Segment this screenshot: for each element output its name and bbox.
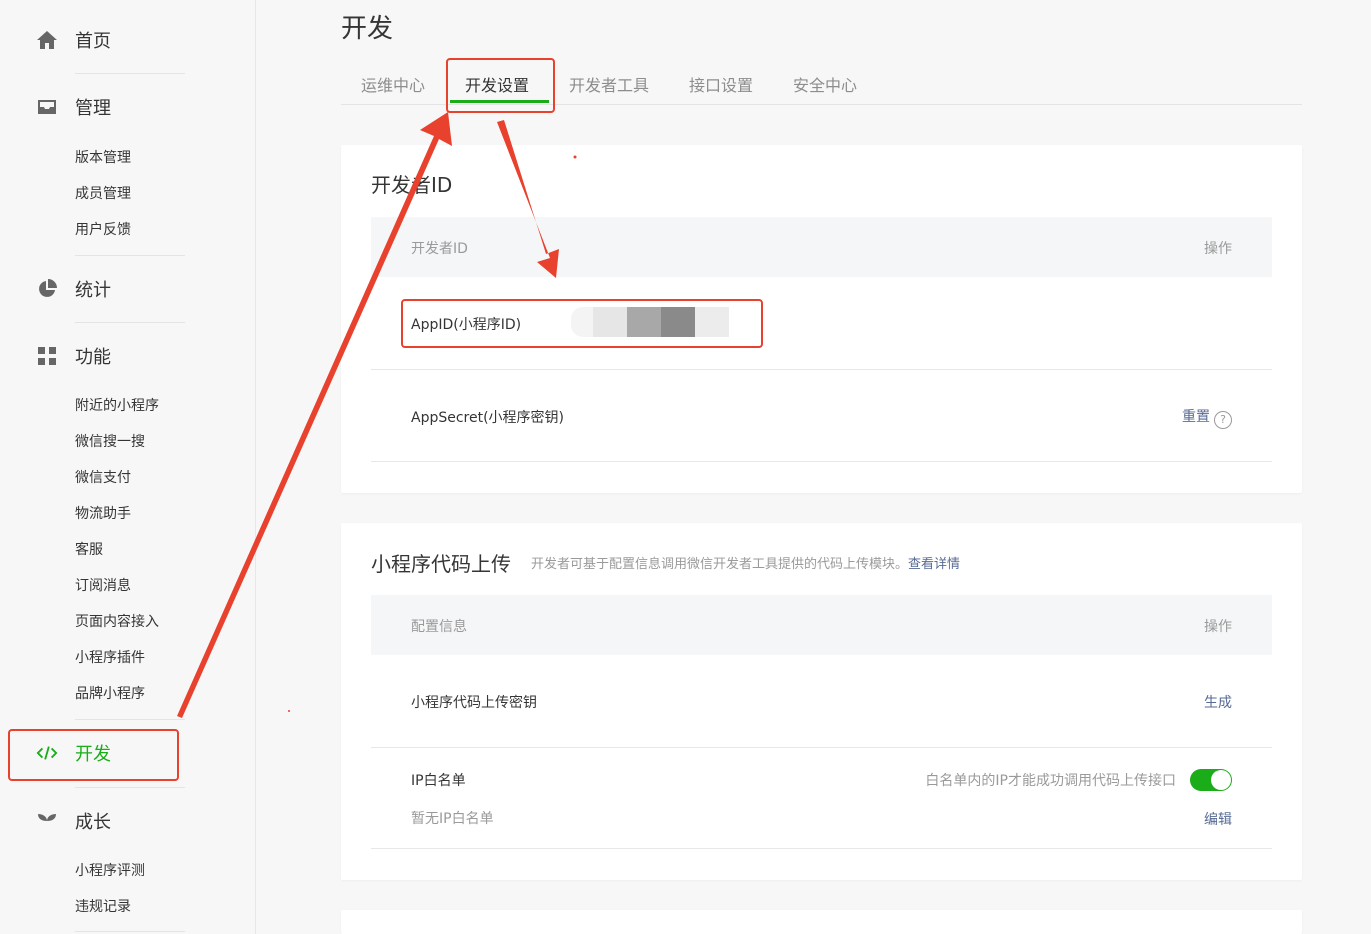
tab-dev-tools[interactable]: 开发者工具 [569, 72, 649, 96]
help-icon[interactable]: ? [1214, 410, 1232, 429]
sidebar-subitem-service[interactable]: 客服 [75, 540, 103, 560]
divider [75, 719, 185, 720]
reset-link-label: 重置 [1182, 409, 1210, 425]
tab-api-settings[interactable]: 接口设置 [689, 72, 753, 96]
sidebar-item-features[interactable]: 功能 [36, 341, 111, 371]
sidebar-item-label: 首页 [75, 31, 111, 52]
sprout-icon [36, 810, 58, 832]
annotation-dot [288, 710, 290, 712]
row-divider [371, 461, 1272, 462]
sidebar-subitem-feedback[interactable]: 用户反馈 [75, 220, 131, 240]
inbox-icon [36, 96, 58, 118]
upload-key-label: 小程序代码上传密钥 [411, 695, 537, 711]
table-header: 开发者ID 操作 [371, 217, 1272, 277]
sidebar-subitem-search[interactable]: 微信搜一搜 [75, 432, 145, 452]
ip-whitelist-label: IP白名单 [411, 773, 466, 789]
tab-ops-center[interactable]: 运维中心 [361, 72, 425, 96]
ip-whitelist-hint: 白名单内的IP才能成功调用代码上传接口 [925, 773, 1176, 789]
description-text: 开发者可基于配置信息调用微信开发者工具提供的代码上传模块。 [531, 557, 909, 572]
sidebar-item-label: 功能 [75, 347, 111, 368]
divider [75, 931, 185, 932]
generate-key-link[interactable]: 生成 [1204, 692, 1232, 712]
sidebar-subitem-nearby[interactable]: 附近的小程序 [75, 396, 159, 416]
appsecret-label: AppSecret(小程序密钥) [411, 410, 565, 426]
pie-chart-icon [36, 278, 58, 300]
sidebar-subitem-page-content[interactable]: 页面内容接入 [75, 612, 159, 632]
sidebar-subitem-pay[interactable]: 微信支付 [75, 468, 131, 488]
sidebar-item-manage[interactable]: 管理 [36, 92, 111, 122]
table-header: 配置信息 操作 [371, 595, 1272, 655]
sidebar-item-stats[interactable]: 统计 [36, 274, 111, 304]
reset-secret-link[interactable]: 重置? [1182, 406, 1232, 429]
divider [75, 255, 185, 256]
card-title: 小程序代码上传 [371, 552, 511, 576]
sidebar-subitem-violations[interactable]: 违规记录 [75, 897, 131, 917]
row-divider [371, 747, 1272, 748]
page-title: 开发 [341, 14, 394, 44]
view-details-link[interactable]: 查看详情 [908, 557, 960, 572]
sidebar-item-label: 统计 [75, 280, 111, 301]
sidebar-item-growth[interactable]: 成长 [36, 806, 111, 836]
edit-ip-whitelist-link[interactable]: 编辑 [1204, 809, 1232, 829]
sidebar-item-label: 成长 [75, 812, 111, 833]
annotation-box-develop [8, 729, 179, 781]
column-header-name: 开发者ID [411, 241, 468, 257]
row-divider [371, 848, 1272, 849]
card-title: 开发者ID [371, 173, 453, 197]
divider [75, 322, 185, 323]
sidebar: 首页 管理 版本管理 成员管理 用户反馈 统计 功能 附近的小程序 微信搜一搜 … [0, 0, 256, 934]
sidebar-subitem-brand[interactable]: 品牌小程序 [75, 684, 145, 704]
next-card [341, 910, 1302, 934]
divider [75, 73, 185, 74]
tab-security-center[interactable]: 安全中心 [793, 72, 857, 96]
row-divider [371, 369, 1272, 370]
sidebar-subitem-logistics[interactable]: 物流助手 [75, 504, 131, 524]
sidebar-subitem-version[interactable]: 版本管理 [75, 148, 131, 168]
ip-whitelist-toggle[interactable] [1190, 769, 1232, 791]
ip-whitelist-empty: 暂无IP白名单 [411, 811, 494, 827]
sidebar-subitem-members[interactable]: 成员管理 [75, 184, 131, 204]
sidebar-item-label: 管理 [75, 98, 111, 119]
column-header-action: 操作 [1204, 619, 1232, 635]
sidebar-subitem-subscribe[interactable]: 订阅消息 [75, 576, 131, 596]
code-upload-card: 小程序代码上传 开发者可基于配置信息调用微信开发者工具提供的代码上传模块。查看详… [341, 523, 1302, 880]
card-description: 开发者可基于配置信息调用微信开发者工具提供的代码上传模块。查看详情 [531, 553, 960, 572]
sidebar-subitem-evaluation[interactable]: 小程序评测 [75, 861, 145, 881]
annotation-box-appid [401, 299, 763, 348]
divider [75, 787, 185, 788]
annotation-box-dev-settings-tab [446, 58, 555, 113]
column-header-config: 配置信息 [411, 619, 467, 635]
column-header-action: 操作 [1204, 241, 1232, 257]
sidebar-subitem-plugin[interactable]: 小程序插件 [75, 648, 145, 668]
grid-icon [36, 345, 58, 367]
home-icon [36, 29, 58, 51]
sidebar-item-home[interactable]: 首页 [36, 25, 111, 55]
